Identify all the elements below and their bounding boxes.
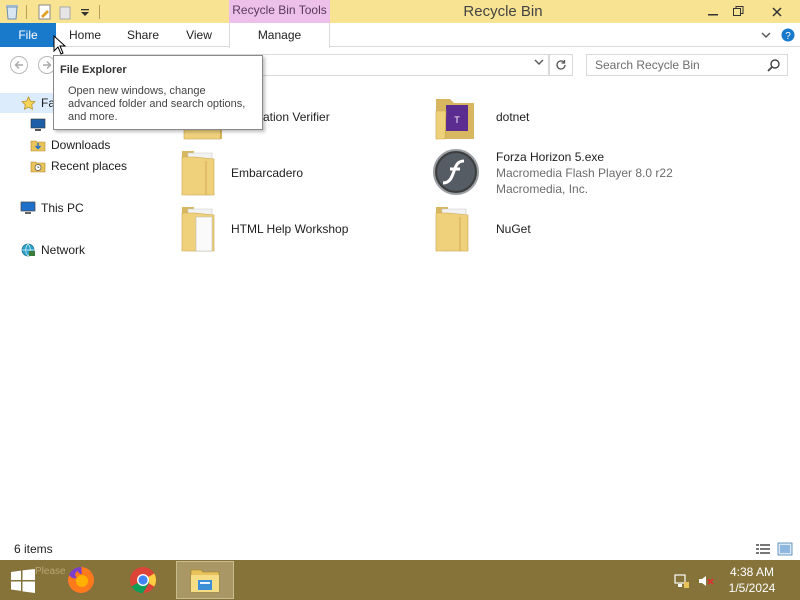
network-status-icon[interactable]: [674, 573, 690, 592]
nav-item-label: Downloads: [51, 138, 111, 152]
item-count: 6 items: [14, 542, 53, 556]
item-name: dotnet: [496, 110, 530, 124]
nav-item-label: This PC: [41, 201, 84, 215]
desktop-icon: [30, 117, 46, 133]
details-view-icon[interactable]: [755, 542, 771, 556]
address-dropdown-icon[interactable]: [534, 58, 544, 69]
folder-icon: [178, 203, 226, 255]
tooltip-title: File Explorer: [60, 64, 127, 76]
tab-manage[interactable]: Manage: [229, 23, 330, 48]
item-name: HTML Help Workshop: [231, 222, 349, 236]
star-icon: [20, 95, 36, 111]
window-title: Recycle Bin: [463, 3, 543, 20]
item-name: NuGet: [496, 222, 531, 236]
title-bar: Recycle Bin Tools Recycle Bin: [0, 0, 800, 23]
item-name: cation Verifier: [257, 110, 330, 124]
item-name: Embarcadero: [231, 166, 304, 180]
nav-item-label: Recent places: [51, 159, 128, 173]
chrome-icon: [130, 567, 157, 594]
nav-item-desktop[interactable]: [30, 115, 51, 135]
list-item[interactable]: Embarcadero: [178, 147, 418, 199]
nav-item-downloads[interactable]: Downloads: [30, 135, 110, 155]
nav-item-recent-places[interactable]: Recent places: [30, 156, 127, 176]
volume-muted-icon[interactable]: [698, 573, 714, 592]
nav-item-this-pc[interactable]: This PC: [20, 198, 84, 218]
help-icon[interactable]: ?: [776, 28, 800, 42]
folder-icon: [178, 147, 226, 199]
item-company: Macromedia, Inc.: [496, 182, 589, 196]
nav-item-network[interactable]: Network: [20, 240, 85, 260]
list-item[interactable]: Forza Horizon 5.exe Macromedia Flash Pla…: [432, 147, 712, 199]
tab-home[interactable]: Home: [64, 23, 106, 47]
search-input[interactable]: [587, 55, 763, 75]
folder-icon: [432, 203, 480, 255]
taskbar: Please 4:38 AM 1/5/2024: [0, 560, 800, 600]
downloads-folder-icon: [30, 137, 46, 153]
flash-player-icon: [432, 147, 480, 199]
item-description: Macromedia Flash Player 8.0 r22: [496, 166, 673, 180]
refresh-icon: [556, 60, 566, 70]
tab-view[interactable]: View: [180, 23, 218, 47]
status-bar: 6 items: [0, 538, 800, 560]
network-icon: [20, 242, 36, 258]
svg-text:?: ?: [785, 31, 791, 42]
restore-button[interactable]: [723, 0, 753, 23]
expand-ribbon-chevron-icon[interactable]: [756, 31, 776, 39]
ribbon-tabs: File Home Share View Manage ?: [0, 23, 800, 48]
file-explorer-icon: [190, 569, 220, 593]
clock-time: 4:38 AM: [729, 565, 775, 579]
clock[interactable]: 4:38 AM 1/5/2024: [722, 564, 782, 596]
list-item[interactable]: NuGet: [432, 203, 672, 255]
clock-date: 1/5/2024: [728, 581, 776, 595]
taskbar-file-explorer[interactable]: [176, 561, 234, 599]
ribbon-right-controls: ?: [756, 23, 800, 47]
large-icons-view-icon[interactable]: [777, 542, 793, 556]
navigation-pane: Fa Downloads Recent places This PC Netwo…: [0, 83, 160, 538]
folder-icon: T: [432, 91, 480, 143]
list-item[interactable]: HTML Help Workshop: [178, 203, 418, 255]
search-icon[interactable]: [767, 58, 781, 75]
taskbar-firefox[interactable]: [52, 560, 110, 600]
back-button[interactable]: [10, 56, 28, 74]
nav-item-label: Network: [41, 243, 86, 257]
tooltip-body: Open new windows, change advanced folder…: [68, 85, 246, 123]
item-name: Forza Horizon 5.exe: [496, 150, 605, 164]
windows-logo-icon: [11, 569, 35, 593]
tab-file[interactable]: File: [0, 23, 56, 47]
mouse-cursor-icon: [53, 34, 67, 58]
firefox-icon: [68, 567, 94, 593]
file-tab-tooltip: File Explorer Open new windows, change a…: [53, 55, 263, 130]
computer-icon: [20, 200, 36, 216]
list-item[interactable]: T dotnet: [432, 91, 672, 143]
svg-text:T: T: [454, 115, 460, 125]
nav-item-favorites[interactable]: Fa: [0, 93, 60, 113]
refresh-button[interactable]: [549, 54, 573, 76]
recent-places-icon: [30, 158, 46, 174]
tab-share[interactable]: Share: [122, 23, 164, 47]
search-box[interactable]: [586, 54, 788, 76]
close-button[interactable]: [760, 0, 794, 23]
file-list: cation Verifier T dotnet Embarcadero For…: [160, 83, 800, 538]
taskbar-chrome[interactable]: [114, 560, 172, 600]
